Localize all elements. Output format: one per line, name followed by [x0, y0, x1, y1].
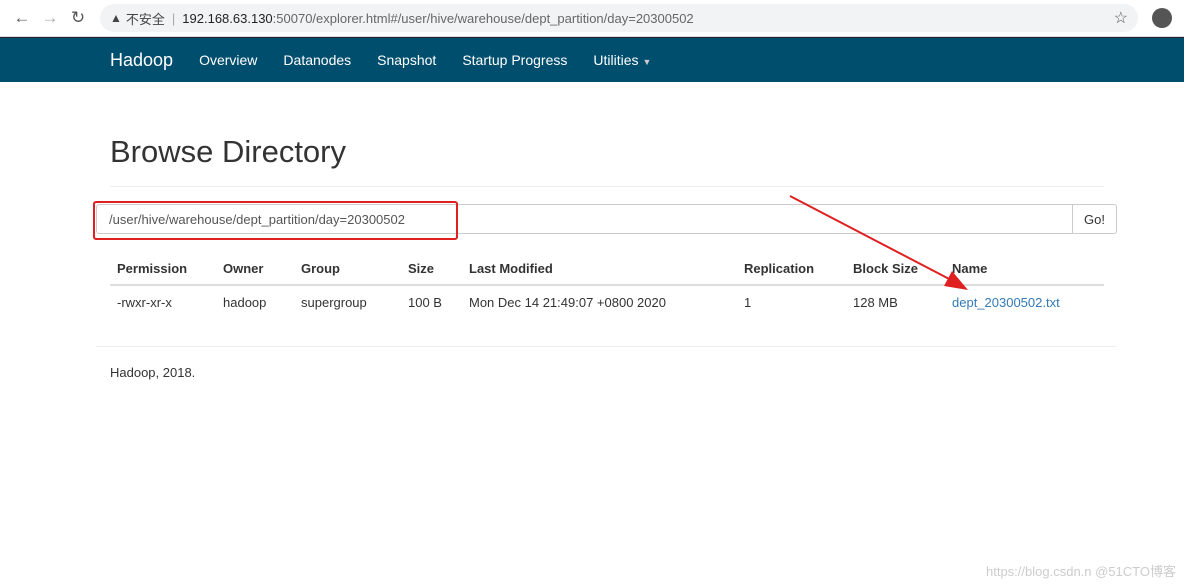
watermark: https://blog.csdn.n @51CTO博客 [986, 564, 1176, 579]
profile-avatar-icon[interactable] [1152, 8, 1172, 28]
nav-datanodes[interactable]: Datanodes [283, 52, 351, 68]
reload-icon[interactable]: ↻ [64, 8, 92, 28]
nav-snapshot[interactable]: Snapshot [377, 52, 436, 68]
cell-permission: -rwxr-xr-x [117, 294, 172, 310]
column-header[interactable]: Replication [737, 253, 846, 286]
url-path: :50070/explorer.html#/user/hive/warehous… [272, 10, 694, 26]
column-header[interactable]: Name [945, 253, 1104, 286]
cell-owner: hadoop [223, 294, 267, 310]
column-header[interactable]: Block Size [846, 253, 945, 286]
back-icon[interactable]: ← [8, 8, 36, 28]
url-host: 192.168.63.130 [182, 10, 273, 26]
table-row: -rwxr-xr-x hadoop supergroup 100 B Mon Dec 1… [110, 285, 1104, 318]
cell-last-modified: Mon Dec 14 21:49:07 +0800 2020 [469, 294, 666, 310]
cell-block-size: 128 MB [853, 294, 898, 310]
navbar: Hadoop Overview Datanodes Snapshot Start… [0, 37, 1184, 82]
footer: Hadoop, 2018. [110, 365, 196, 380]
address-bar[interactable]: ▲ 不安全 | 192.168.63.130 :50070/explorer.h… [100, 4, 1138, 32]
nav-utilities[interactable]: Utilities ▼ [593, 52, 651, 68]
divider [110, 186, 1104, 187]
nav-overview[interactable]: Overview [199, 52, 257, 68]
column-header[interactable]: Last Modified [462, 253, 737, 286]
browser-toolbar: ← → ↻ ▲ 不安全 | 192.168.63.130 :50070/expl… [0, 0, 1184, 37]
path-search: Go! [93, 201, 1117, 240]
column-header[interactable]: Permission [110, 253, 216, 286]
brand[interactable]: Hadoop [110, 50, 173, 71]
column-header[interactable]: Group [294, 253, 401, 286]
page-title: Browse Directory [110, 134, 346, 169]
forward-icon[interactable]: → [36, 8, 64, 28]
file-table: Permission Owner Group Size Last Modified Rep… [110, 253, 1104, 318]
path-input[interactable] [96, 204, 1073, 234]
go-button[interactable]: Go! [1073, 204, 1117, 234]
security-label: 不安全 [125, 11, 165, 27]
bookmark-star-icon[interactable]: ☆ [1114, 8, 1128, 28]
warning-icon: ▲ [110, 11, 122, 25]
column-header[interactable]: Size [401, 253, 462, 286]
cell-replication: 1 [744, 294, 752, 310]
cell-name: dept_20300502.txt [945, 285, 1104, 318]
cell-size: 100 B [408, 294, 442, 310]
divider: | [171, 10, 176, 26]
file-link[interactable]: dept_20300502.txt [952, 295, 1060, 310]
nav-utilities-label: Utilities [593, 52, 639, 68]
nav-startup-progress[interactable]: Startup Progress [462, 52, 567, 68]
cell-group: supergroup [301, 294, 367, 310]
column-header[interactable]: Owner [216, 253, 294, 286]
caret-down-icon: ▼ [642, 57, 652, 67]
